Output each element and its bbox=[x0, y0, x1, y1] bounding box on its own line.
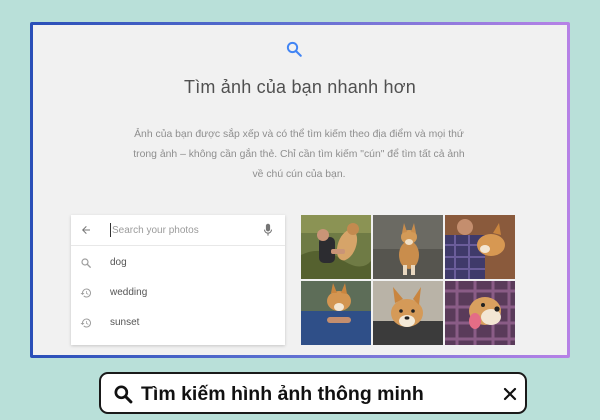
banner-title: Tìm kiếm hình ảnh thông minh bbox=[141, 383, 424, 405]
photo-dog-6[interactable] bbox=[445, 281, 515, 345]
history-icon bbox=[80, 318, 92, 328]
close-icon[interactable] bbox=[503, 387, 517, 401]
photo-dog-2[interactable] bbox=[373, 215, 443, 279]
back-arrow-icon[interactable] bbox=[80, 224, 92, 236]
photo-dog-1[interactable] bbox=[301, 215, 371, 279]
photo-grid bbox=[301, 215, 515, 347]
suggestion-item[interactable]: dog bbox=[71, 249, 285, 277]
suggestion-label: dog bbox=[110, 257, 127, 268]
suggestion-label: wedding bbox=[110, 287, 148, 298]
search-icon bbox=[286, 41, 302, 57]
search-icon bbox=[114, 385, 133, 404]
feature-banner: Tìm kiếm hình ảnh thông minh bbox=[99, 372, 527, 414]
card-heading: Tìm ảnh của bạn nhanh hơn bbox=[184, 77, 416, 97]
photo-dog-3[interactable] bbox=[445, 215, 515, 279]
search-bar bbox=[71, 215, 285, 246]
suggestion-item[interactable]: wedding bbox=[71, 279, 285, 307]
microphone-icon[interactable] bbox=[263, 223, 273, 237]
feature-card: Tìm ảnh của bạn nhanh hơn Ảnh của bạn đư… bbox=[30, 22, 570, 358]
search-icon bbox=[81, 258, 91, 268]
photo-dog-4[interactable] bbox=[301, 281, 371, 345]
text-cursor bbox=[110, 223, 111, 237]
history-icon bbox=[80, 288, 92, 298]
search-input[interactable] bbox=[112, 221, 252, 239]
suggestion-label: sunset bbox=[110, 317, 140, 328]
suggestion-item[interactable]: sunset bbox=[71, 309, 285, 337]
card-description: Ảnh của bạn được sắp xếp và có thể tìm k… bbox=[133, 129, 465, 180]
search-panel: dog wedding sunset bbox=[71, 215, 285, 345]
photo-dog-5[interactable] bbox=[373, 281, 443, 345]
